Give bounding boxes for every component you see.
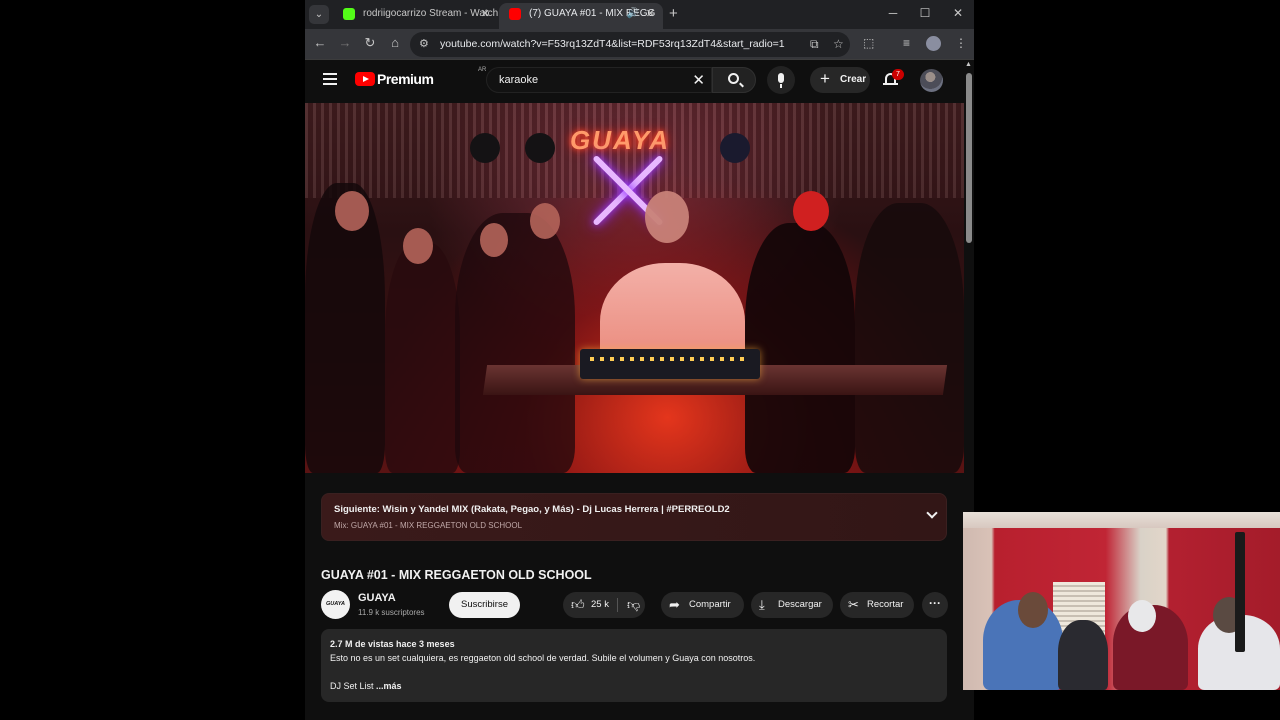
webcam-head xyxy=(1018,592,1048,628)
media-controls-icon[interactable]: ≡ xyxy=(903,36,910,50)
browser-profile-avatar[interactable] xyxy=(926,36,941,51)
description-box[interactable]: 2.7 M de vistas hace 3 meses Esto no es … xyxy=(321,629,947,702)
clear-search-icon[interactable]: ✕ xyxy=(692,71,705,89)
tab-search-button[interactable]: ⌄ xyxy=(309,5,329,24)
new-tab-button[interactable]: + xyxy=(669,5,678,23)
webcam-head xyxy=(1128,600,1156,632)
show-more-link[interactable]: ...más xyxy=(376,681,402,691)
tab-kick-stream[interactable]: rodriigocarrizo Stream - Watch ✕ xyxy=(333,3,498,29)
set-list-text: DJ Set List xyxy=(330,681,374,691)
share-button[interactable]: ➦ Compartir xyxy=(661,592,744,618)
account-avatar[interactable] xyxy=(920,69,943,92)
browser-toolbar: ← → ↻ ⌂ ⚙ youtube.com/watch?v=F53rq13ZdT… xyxy=(305,29,974,60)
bookmark-star-icon[interactable]: ☆ xyxy=(833,37,844,51)
youtube-header: Premium AR karaoke ✕ + Crear 7 xyxy=(305,61,974,103)
webcam-person xyxy=(1058,620,1108,690)
description-line-2: DJ Set List ...más xyxy=(330,681,402,691)
voice-search-button[interactable] xyxy=(767,66,795,94)
thumbs-up-icon[interactable]: 👍︎ xyxy=(571,592,585,618)
clip-label: Recortar xyxy=(867,599,904,610)
back-button[interactable]: ← xyxy=(311,35,329,50)
hamburger-icon[interactable] xyxy=(323,73,337,85)
crowd-head xyxy=(335,191,369,231)
video-lamp xyxy=(470,133,500,163)
scroll-up-icon[interactable]: ▲ xyxy=(965,61,972,68)
browser-menu-icon[interactable]: ⋮ xyxy=(955,36,967,50)
forward-button[interactable]: → xyxy=(336,35,354,50)
mic-icon xyxy=(778,73,784,83)
install-app-icon[interactable]: ⧉ xyxy=(810,37,819,52)
tab-title: rodriigocarrizo Stream - Watch xyxy=(363,8,498,19)
video-lamp xyxy=(525,133,555,163)
crowd-person xyxy=(855,203,964,473)
download-icon: ⤓ xyxy=(759,597,765,612)
speaker-icon[interactable]: 🔊 xyxy=(627,3,639,25)
like-count[interactable]: 25 k xyxy=(591,592,609,618)
kick-favicon-icon xyxy=(343,8,355,20)
search-input[interactable]: karaoke ✕ xyxy=(486,67,712,93)
logo-text: Premium xyxy=(377,71,434,87)
thumbs-down-icon[interactable]: 👎︎ xyxy=(627,592,640,618)
up-next-panel[interactable]: Siguiente: Wisin y Yandel MIX (Rakata, P… xyxy=(321,493,947,541)
channel-avatar[interactable]: GUAYA xyxy=(321,590,350,619)
views-and-date: 2.7 M de vistas hace 3 meses xyxy=(330,639,455,649)
webcam-ceiling xyxy=(963,512,1280,528)
subscribe-button[interactable]: Suscribirse xyxy=(449,592,520,618)
video-title: GUAYA #01 - MIX REGGAETON OLD SCHOOL xyxy=(321,568,592,582)
channel-name[interactable]: GUAYA xyxy=(358,592,396,604)
tab-strip: ⌄ rodriigocarrizo Stream - Watch ✕ (7) G… xyxy=(305,0,974,29)
url-text: youtube.com/watch?v=F53rq13ZdT4&list=RDF… xyxy=(440,38,785,50)
download-button[interactable]: ⤓ Descargar xyxy=(751,592,833,618)
crowd-person xyxy=(745,223,855,473)
search-button[interactable] xyxy=(712,67,756,93)
plus-icon: + xyxy=(820,69,830,88)
close-tab-icon[interactable]: ✕ xyxy=(481,3,490,25)
site-info-icon[interactable]: ⚙ xyxy=(419,37,429,50)
notification-badge: 7 xyxy=(892,69,904,80)
crowd-head xyxy=(793,191,829,231)
share-icon: ➦ xyxy=(669,597,680,612)
subscriber-count: 11.9 k suscriptores xyxy=(358,608,425,617)
crowd-person xyxy=(385,243,460,473)
youtube-play-icon xyxy=(355,72,375,86)
video-lamp xyxy=(720,133,750,163)
share-label: Compartir xyxy=(689,599,731,610)
dj-head xyxy=(645,191,689,243)
crowd-head xyxy=(530,203,560,239)
youtube-favicon-icon xyxy=(509,8,521,20)
reload-button[interactable]: ↻ xyxy=(361,35,379,51)
scissors-icon: ✂ xyxy=(848,597,859,612)
address-bar[interactable]: ⚙ youtube.com/watch?v=F53rq13ZdT4&list=R… xyxy=(410,32,850,57)
create-label: Crear xyxy=(840,74,867,85)
search-query: karaoke xyxy=(499,74,539,86)
crowd-head xyxy=(480,223,508,257)
close-tab-icon[interactable]: ✕ xyxy=(646,3,655,25)
webcam-mic-stand xyxy=(1235,532,1245,652)
close-window-button[interactable]: ✕ xyxy=(948,6,968,20)
chevron-down-icon[interactable] xyxy=(926,507,938,519)
scrollbar-thumb[interactable] xyxy=(966,73,972,243)
browser-window: ⌄ rodriigocarrizo Stream - Watch ✕ (7) G… xyxy=(305,0,974,720)
tab-youtube-video[interactable]: (7) GUAYA #01 - MIX REGG 🔊 ✕ xyxy=(499,3,663,29)
clip-button[interactable]: ✂ Recortar xyxy=(840,592,914,618)
up-next-label: Siguiente: Wisin y Yandel MIX (Rakata, P… xyxy=(334,504,730,515)
maximize-button[interactable]: ☐ xyxy=(915,6,935,20)
crowd-person xyxy=(455,213,575,473)
dj-mixer xyxy=(580,349,760,379)
create-button[interactable]: + Crear xyxy=(810,67,870,93)
more-horizontal-icon[interactable]: ··· xyxy=(922,592,948,618)
minimize-button[interactable]: ─ xyxy=(883,6,903,20)
mix-label: Mix: GUAYA #01 - MIX REGGAETON OLD SCHOO… xyxy=(334,521,523,530)
search-icon xyxy=(728,73,739,84)
crowd-head xyxy=(403,228,433,264)
webcam-overlay xyxy=(963,512,1280,690)
home-button[interactable]: ⌂ xyxy=(386,35,404,50)
video-player[interactable]: GUAYA xyxy=(305,103,964,473)
description-text: Esto no es un set cualquiera, es reggaet… xyxy=(330,653,756,663)
download-label: Descargar xyxy=(778,599,822,610)
like-dislike-bar: 👍︎ 25 k 👎︎ xyxy=(563,592,645,618)
extensions-icon[interactable]: ⬚ xyxy=(863,36,874,50)
country-code: AR xyxy=(478,67,487,73)
